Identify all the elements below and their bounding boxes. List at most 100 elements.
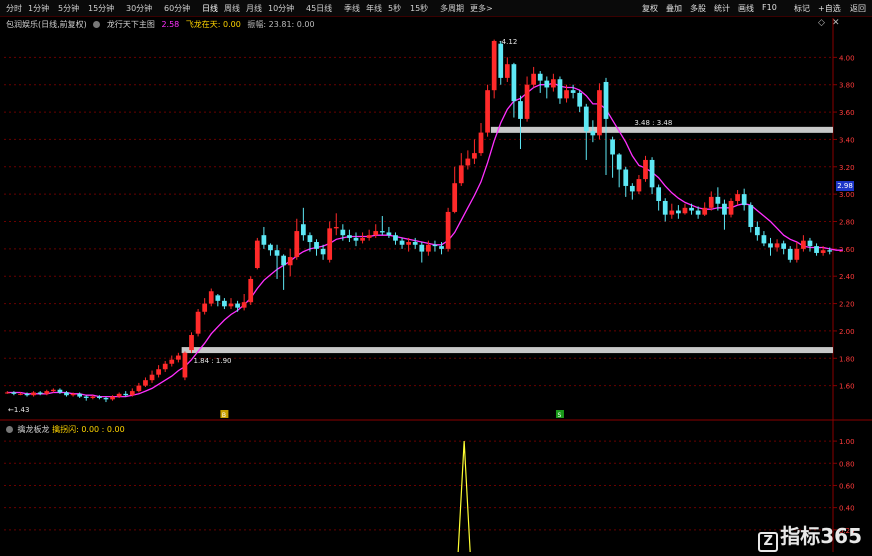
candle-122: [807, 237, 813, 252]
sub-y-tick-label: 0.80: [839, 460, 855, 468]
candle-body: [50, 389, 56, 392]
candle-body: [649, 159, 655, 188]
candle-113: [748, 202, 754, 233]
y-tick-label: 3.20: [839, 164, 855, 172]
candle-35: [235, 300, 240, 312]
candle-47: [314, 239, 319, 256]
candle-body: [320, 248, 326, 255]
candle-body: [90, 396, 96, 398]
candle-body: [669, 210, 675, 215]
y-tick-label: 3.60: [839, 109, 855, 117]
candle-body: [64, 392, 69, 396]
candle-95: [629, 183, 635, 200]
candle-77: [511, 62, 517, 118]
signal-marker-label: S: [557, 412, 561, 419]
candle-body: [754, 226, 760, 236]
candle-23: [156, 365, 161, 378]
candle-body: [248, 278, 254, 303]
candle-body: [143, 380, 148, 386]
candle-body: [557, 79, 563, 99]
candle-body: [215, 295, 221, 301]
candle-27: [182, 351, 188, 381]
candle-body: [452, 183, 458, 212]
candle-body: [551, 79, 556, 88]
candle-body: [472, 153, 477, 159]
candle-89: [590, 120, 596, 143]
candle-body: [787, 248, 793, 260]
candle-110: [728, 198, 734, 218]
candle-26: [175, 352, 181, 363]
candle-65: [432, 240, 438, 252]
candle-32: [215, 293, 221, 307]
candle-body: [307, 235, 313, 243]
candle-42: [281, 254, 286, 290]
candle-87: [577, 90, 583, 113]
sub-legend: 擒龙板龙 擒拐闪: 0.00 : 0.00: [6, 424, 125, 435]
candle-92: [610, 136, 615, 178]
candle-54: [360, 232, 365, 244]
candle-118: [781, 240, 787, 255]
candle-93: [616, 153, 622, 188]
candle-116: [768, 237, 773, 256]
candle-36: [241, 293, 247, 311]
candle-body: [458, 165, 464, 184]
candle-111: [735, 190, 740, 206]
sub-indicator-dot-icon[interactable]: [6, 426, 13, 433]
candle-body: [439, 246, 444, 249]
candle-body: [590, 131, 596, 136]
candle-68: [452, 166, 458, 214]
candle-body: [794, 248, 800, 260]
candle-115: [761, 231, 767, 247]
candle-body: [781, 243, 787, 249]
candle-body: [504, 64, 510, 78]
band-upper-label: 3.48 : 3.48: [634, 119, 672, 127]
y-tick-label: 1.80: [839, 355, 855, 363]
logo-icon: Z: [758, 532, 779, 552]
candle-body: [347, 235, 352, 238]
candle-120: [794, 242, 800, 263]
candle-body: [386, 232, 392, 236]
candle-body: [281, 255, 286, 266]
candle-58: [386, 226, 392, 238]
candle-55: [366, 229, 372, 241]
watermark: Z 指标365: [758, 520, 862, 552]
candle-body: [103, 397, 109, 400]
y-tick-label: 3.80: [839, 82, 855, 90]
candle-102: [676, 205, 681, 219]
candle-body: [570, 90, 576, 93]
band-lower-label: 1.84 : 1.90: [194, 357, 232, 365]
candle-33: [222, 298, 227, 310]
candle-body: [616, 154, 622, 170]
candle-24: [162, 361, 168, 372]
candle-body: [485, 90, 490, 133]
signal-marker-label: B: [222, 412, 226, 419]
candle-body: [511, 64, 517, 102]
candle-90: [597, 83, 602, 140]
candle-57: [379, 216, 385, 236]
candle-body: [11, 392, 17, 394]
candle-body: [18, 393, 23, 395]
candle-body: [208, 291, 214, 304]
y-tick-label: 3.00: [839, 191, 855, 199]
candle-body: [537, 73, 543, 81]
candle-body: [44, 391, 50, 394]
candle-119: [787, 246, 793, 263]
candle-body: [524, 84, 530, 119]
candle-body: [287, 257, 293, 266]
candle-81: [537, 71, 543, 93]
candle-74: [491, 39, 497, 99]
candle-29: [195, 309, 201, 337]
candle-82: [544, 76, 550, 99]
candle-99: [656, 184, 662, 211]
candle-body: [689, 207, 694, 211]
candle-body: [300, 224, 306, 236]
candle-body: [399, 240, 405, 245]
candle-22: [149, 370, 155, 383]
candle-body: [735, 194, 740, 201]
candle-body: [175, 355, 181, 360]
sub-y-tick-label: 0.40: [839, 505, 855, 513]
high-label: -4.12: [499, 38, 517, 46]
y-tick-label: 2.00: [839, 328, 855, 336]
candle-body: [254, 240, 260, 269]
candle-body: [57, 389, 63, 393]
